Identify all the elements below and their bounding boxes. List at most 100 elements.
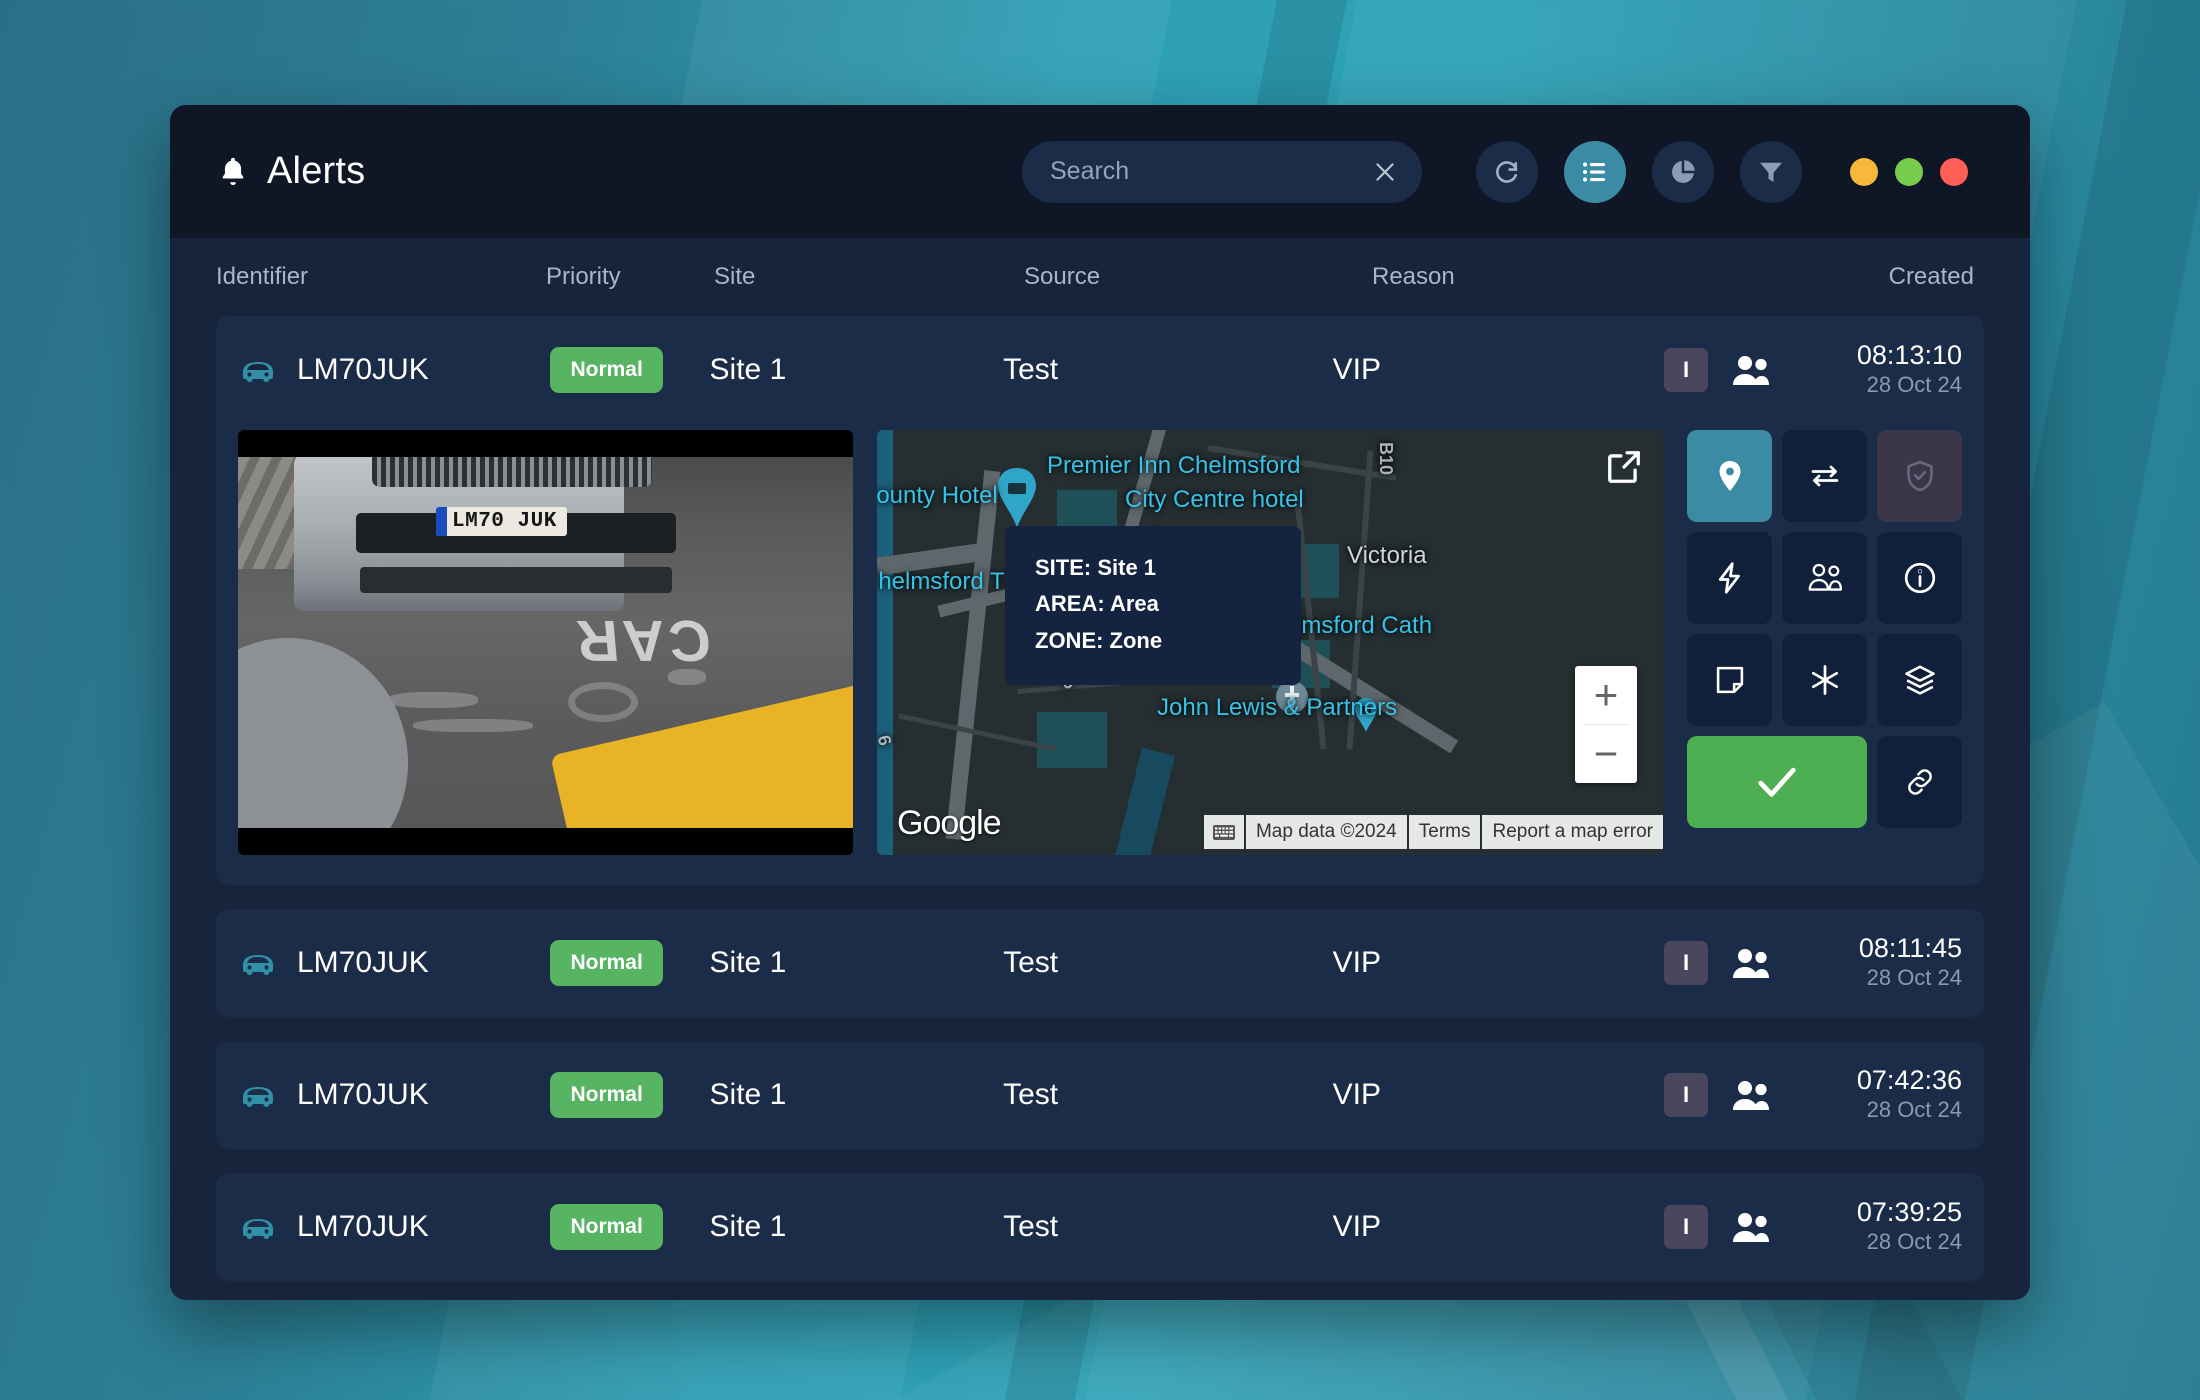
map-credits: Map data ©2024 Terms Report a map error: [1203, 815, 1663, 849]
external-link-icon[interactable]: [1605, 448, 1643, 486]
reason-cell: VIP: [1332, 946, 1381, 979]
search-box[interactable]: [1022, 140, 1422, 203]
row-summary[interactable]: LM70JUK Normal Site 1 Test VIP I: [216, 1041, 1984, 1149]
road-smudge: [413, 719, 533, 732]
lightning-bolt-icon: [1712, 560, 1748, 596]
priority-cell: Normal: [550, 1204, 709, 1250]
column-header-site[interactable]: Site: [714, 263, 1024, 291]
road-smudge: [668, 669, 706, 685]
created-time: 07:39:25: [1856, 1197, 1962, 1228]
vehicle-lower-bumper: [360, 567, 672, 593]
info-badge-icon[interactable]: I: [1664, 940, 1708, 985]
info-badge-icon[interactable]: I: [1664, 1072, 1708, 1117]
road-marking: CAR: [570, 608, 714, 673]
minimize-button[interactable]: [1850, 157, 1878, 186]
row-detail-panel: LM70 JUK CAR ounty Hotel Premier Inn Che…: [216, 424, 1984, 885]
row-meta: I 08:11:45 28 Oct 24: [1664, 933, 1962, 993]
identifier-cell: LM70JUK: [238, 946, 550, 980]
close-button[interactable]: [1940, 157, 1968, 186]
info-button[interactable]: [1877, 532, 1962, 624]
maximize-button[interactable]: [1895, 157, 1923, 186]
map-label: Premier Inn Chelmsford: [1047, 452, 1301, 479]
table-row[interactable]: LM70JUK Normal Site 1 Test VIP I: [216, 316, 1984, 885]
map-water: [1112, 747, 1176, 855]
reason-cell: VIP: [1332, 1078, 1381, 1111]
table-row[interactable]: LM70JUK Normal Site 1 Test VIP I: [216, 909, 1984, 1017]
link-button[interactable]: [1877, 736, 1962, 828]
source-cell: Test: [1003, 946, 1059, 979]
tooltip-zone: ZONE: Zone: [1035, 627, 1163, 653]
bell-icon: [216, 154, 250, 190]
column-header-source[interactable]: Source: [1024, 263, 1372, 291]
alert-photo[interactable]: LM70 JUK CAR: [238, 430, 853, 855]
keyboard-icon[interactable]: [1203, 815, 1244, 849]
map-road: [945, 470, 1001, 840]
chart-button[interactable]: [1652, 140, 1714, 203]
layers-button[interactable]: [1877, 634, 1962, 726]
row-summary[interactable]: LM70JUK Normal Site 1 Test VIP I: [216, 1173, 1984, 1281]
filter-button[interactable]: [1740, 140, 1802, 203]
terms-link[interactable]: Terms: [1408, 815, 1481, 849]
list-icon: [1580, 157, 1610, 187]
filter-icon: [1756, 157, 1786, 187]
column-header-priority[interactable]: Priority: [546, 263, 714, 291]
created-time: 07:42:36: [1856, 1065, 1962, 1096]
table-row[interactable]: LM70JUK Normal Site 1 Test VIP I: [216, 1041, 1984, 1149]
vehicle-front: LM70 JUK: [294, 457, 676, 611]
status-badge: Normal: [550, 940, 663, 986]
people-icon[interactable]: [1730, 947, 1772, 979]
accept-button[interactable]: [1687, 736, 1867, 828]
list-view-button[interactable]: [1564, 140, 1626, 203]
action-button-grid: [1687, 430, 1962, 855]
app-branding: Alerts: [216, 150, 365, 193]
created-cell: 07:42:36 28 Oct 24: [1794, 1065, 1962, 1125]
location-button[interactable]: [1687, 430, 1772, 522]
close-icon[interactable]: [1372, 157, 1398, 187]
identifier-cell: LM70JUK: [238, 1210, 550, 1244]
alerts-list: LM70JUK Normal Site 1 Test VIP I 08:13:1…: [170, 316, 2030, 1281]
column-header-reason[interactable]: Reason: [1372, 263, 1722, 291]
map-block: [1037, 712, 1107, 768]
vehicle-grille: [372, 457, 652, 487]
row-summary[interactable]: LM70JUK Normal Site 1 Test VIP I: [216, 316, 1984, 424]
row-meta: I 07:39:25 28 Oct 24: [1664, 1197, 1962, 1257]
info-badge-icon[interactable]: I: [1664, 1204, 1708, 1249]
trigger-button[interactable]: [1687, 532, 1772, 624]
dashboard-edge: [238, 638, 408, 828]
identifier-cell: LM70JUK: [238, 1078, 550, 1112]
map-label: County Hotel: [877, 482, 998, 509]
status-badge: Normal: [550, 1204, 663, 1250]
table-row[interactable]: LM70JUK Normal Site 1 Test VIP I: [216, 1173, 1984, 1281]
created-date: 28 Oct 24: [1866, 1229, 1962, 1255]
status-badge: Normal: [550, 1072, 663, 1118]
title-bar-actions: [1022, 140, 1968, 203]
alert-map[interactable]: County Hotel Premier Inn Chelmsford City…: [877, 430, 1663, 855]
column-header-created[interactable]: Created: [1722, 263, 1984, 291]
note-button[interactable]: [1687, 634, 1772, 726]
column-header-identifier[interactable]: Identifier: [216, 263, 546, 291]
row-summary[interactable]: LM70JUK Normal Site 1 Test VIP I: [216, 909, 1984, 1017]
swap-arrows-icon: [1807, 458, 1843, 494]
search-input[interactable]: [1050, 157, 1372, 186]
car-icon: [238, 949, 278, 977]
map-pin-hotel[interactable]: [995, 468, 1039, 528]
people-icon[interactable]: [1730, 354, 1772, 386]
info-badge-icon[interactable]: I: [1664, 347, 1708, 392]
people-icon[interactable]: [1730, 1211, 1772, 1243]
people-icon[interactable]: [1730, 1079, 1772, 1111]
row-meta: I 08:13:10 28 Oct 24: [1664, 340, 1962, 400]
source-cell: Test: [1003, 353, 1059, 386]
zoom-out-button[interactable]: −: [1575, 725, 1637, 783]
assign-button[interactable]: [1782, 532, 1867, 624]
check-icon: [1751, 756, 1803, 808]
report-error-link[interactable]: Report a map error: [1482, 815, 1663, 849]
map-data-credit: Map data ©2024: [1245, 815, 1407, 849]
transfer-button[interactable]: [1782, 430, 1867, 522]
created-cell: 08:13:10 28 Oct 24: [1794, 340, 1962, 400]
priority-cell: Normal: [550, 347, 709, 393]
identifier-value: LM70JUK: [297, 946, 429, 979]
zoom-in-button[interactable]: +: [1575, 666, 1637, 724]
map-road-label: B10: [1376, 441, 1397, 476]
asterisk-button[interactable]: [1782, 634, 1867, 726]
refresh-button[interactable]: [1476, 140, 1538, 203]
